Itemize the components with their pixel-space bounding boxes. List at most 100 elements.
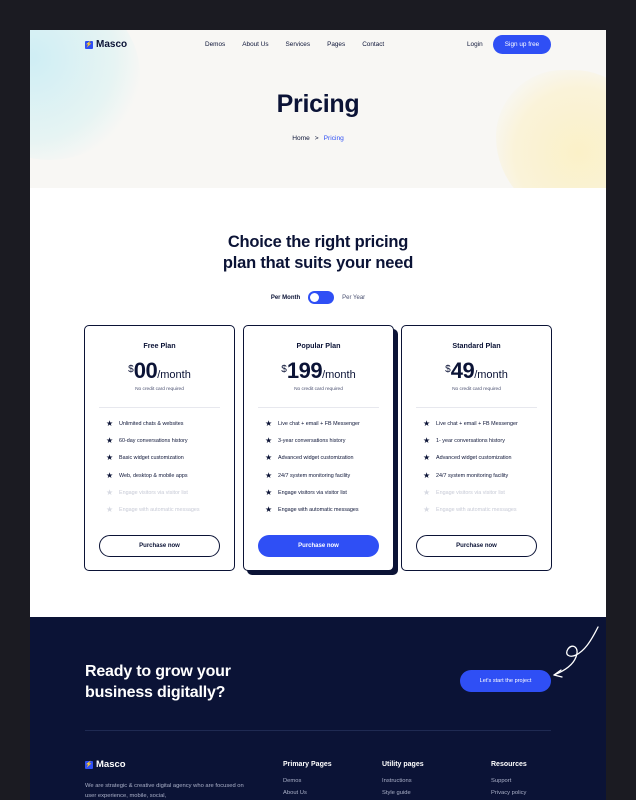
- per-year-label[interactable]: Per Year: [342, 295, 365, 301]
- nav-link-about[interactable]: About Us: [242, 41, 268, 48]
- footer-link[interactable]: Instructions: [382, 778, 424, 790]
- feature-item: ★ Unlimited chats & websites: [106, 419, 200, 438]
- nav-link-demos[interactable]: Demos: [205, 41, 225, 48]
- star-icon: ★: [265, 419, 273, 428]
- nav-link-pages[interactable]: Pages: [327, 41, 345, 48]
- feature-item: ★ 24/7 system monitoring facility: [423, 470, 518, 490]
- breadcrumb-current: Pricing: [323, 135, 344, 142]
- star-icon: ★: [423, 504, 431, 514]
- star-icon: ★: [106, 470, 114, 480]
- breadcrumb-separator: >: [314, 135, 319, 142]
- feature-text: 1- year conversations history: [436, 438, 505, 445]
- pricing-heading-line2: plan that suits your need: [222, 254, 414, 272]
- footer-column-primary: Primary Pages Demos About Us: [283, 761, 332, 800]
- pricing-heading-line1: Choice the right pricing: [227, 233, 409, 251]
- bolt-icon: ⚡: [85, 760, 93, 769]
- pricing-card-free: Free Plan $00/month No credit card requi…: [84, 325, 235, 571]
- cta-heading-line2: business digitally?: [85, 684, 226, 701]
- purchase-button-popular[interactable]: Purchase now: [258, 535, 379, 557]
- nav-link-contact[interactable]: Contact: [362, 41, 384, 48]
- purchase-button-free[interactable]: Purchase now: [99, 535, 220, 557]
- footer-link[interactable]: Demos: [283, 778, 332, 790]
- feature-item-disabled: ★ Engage visitors via visitor list: [106, 488, 200, 507]
- feature-item: ★ 1- year conversations history: [423, 436, 518, 455]
- footer-link[interactable]: Privacy policy: [491, 790, 527, 800]
- breadcrumb-home[interactable]: Home: [292, 135, 310, 142]
- bolt-icon: ⚡: [85, 40, 93, 49]
- feature-item: ★ Advanced widget customization: [265, 453, 360, 472]
- price-amount: 199: [286, 358, 323, 383]
- footer-column-utility: Utility pages Instructions Style guide: [382, 761, 424, 800]
- feature-text: Web, desktop & mobile apps: [119, 472, 188, 479]
- toggle-knob: [310, 293, 320, 302]
- feature-item-disabled: ★ Engage visitors via visitor list: [423, 488, 518, 507]
- hero-decoration-right: [496, 70, 606, 188]
- feature-text: Engage visitors via visitor list: [119, 489, 188, 496]
- footer-column-heading: Primary Pages: [283, 761, 332, 768]
- footer-link[interactable]: Style guide: [382, 790, 424, 800]
- star-icon: ★: [265, 470, 273, 480]
- card-divider: [258, 407, 379, 408]
- footer-column-heading: Utility pages: [382, 761, 424, 768]
- feature-text: 3-year conversations history: [278, 438, 346, 445]
- nav-link-services[interactable]: Services: [286, 41, 311, 48]
- footer: Ready to grow your business digitally? L…: [30, 617, 606, 800]
- curly-arrow-icon: [553, 626, 599, 678]
- star-icon: ★: [106, 419, 114, 428]
- feature-text: Engage with automatic messages: [119, 506, 200, 513]
- feature-text: Live chat + email + FB Messenger: [436, 421, 518, 427]
- page-title: Pricing: [276, 90, 360, 118]
- top-nav: ⚡ Masco Demos About Us Services Pages Co…: [30, 30, 606, 60]
- start-project-button[interactable]: Let's start the project: [460, 670, 551, 692]
- plan-note: No credit card required: [452, 387, 501, 392]
- feature-item-disabled: ★ Engage with automatic messages: [106, 505, 200, 524]
- footer-link[interactable]: Support: [491, 778, 527, 790]
- plan-name: Free Plan: [143, 341, 176, 350]
- star-icon: ★: [106, 453, 114, 463]
- feature-item: ★ Advanced widget customization: [423, 453, 518, 472]
- star-icon: ★: [106, 436, 114, 446]
- footer-column-resources: Resources Support Privacy policy: [491, 761, 527, 800]
- star-icon: ★: [265, 453, 273, 463]
- feature-text: Engage visitors via visitor list: [436, 489, 505, 496]
- feature-text: Advanced widget customization: [436, 455, 512, 462]
- plan-name: Standard Plan: [452, 341, 501, 350]
- star-icon: ★: [265, 504, 273, 514]
- feature-text: Basic widget customization: [119, 455, 184, 462]
- login-link[interactable]: Login: [467, 41, 483, 48]
- feature-item: ★ Basic widget customization: [106, 453, 200, 472]
- plan-name: Popular Plan: [296, 341, 341, 350]
- breadcrumb: Home > Pricing: [30, 135, 606, 142]
- price-period: /month: [157, 369, 191, 381]
- star-icon: ★: [423, 470, 431, 480]
- plan-note: No credit card required: [294, 387, 343, 392]
- card-divider: [99, 407, 220, 408]
- card-divider: [416, 407, 537, 408]
- footer-logo[interactable]: ⚡ Masco: [85, 759, 126, 770]
- footer-link[interactable]: About Us: [283, 790, 332, 800]
- star-icon: ★: [423, 419, 431, 428]
- star-icon: ★: [423, 453, 431, 463]
- logo[interactable]: ⚡ Masco: [85, 39, 127, 50]
- plan-price: $199/month: [244, 358, 393, 384]
- pricing-card-standard: Standard Plan $49/month No credit card r…: [401, 325, 552, 571]
- feature-text: Live chat + email + FB Messenger: [278, 421, 360, 427]
- hero-section: ⚡ Masco Demos About Us Services Pages Co…: [30, 30, 606, 188]
- feature-item: ★ Web, desktop & mobile apps: [106, 470, 200, 490]
- feature-item: ★ 3-year conversations history: [265, 437, 360, 455]
- feature-text: Engage visitors via visitor list: [278, 489, 347, 496]
- price-amount: 00: [133, 358, 158, 383]
- price-amount: 49: [450, 358, 475, 383]
- feature-text: 24/7 system monitoring facility: [278, 472, 351, 479]
- purchase-button-standard[interactable]: Purchase now: [416, 535, 537, 557]
- feature-item: ★ Live chat + email + FB Messenger: [423, 419, 518, 438]
- price-period: /month: [322, 369, 356, 381]
- feature-list: ★ Live chat + email + FB Messenger ★ 3-yea…: [265, 419, 360, 524]
- footer-logo-text: Masco: [96, 759, 126, 770]
- per-month-label[interactable]: Per Month: [271, 295, 300, 301]
- signup-button[interactable]: Sign up free: [493, 35, 551, 54]
- star-icon: ★: [265, 487, 273, 497]
- nav-links: Demos About Us Services Pages Contact: [205, 41, 384, 48]
- star-icon: ★: [423, 436, 431, 446]
- billing-toggle[interactable]: [308, 291, 335, 304]
